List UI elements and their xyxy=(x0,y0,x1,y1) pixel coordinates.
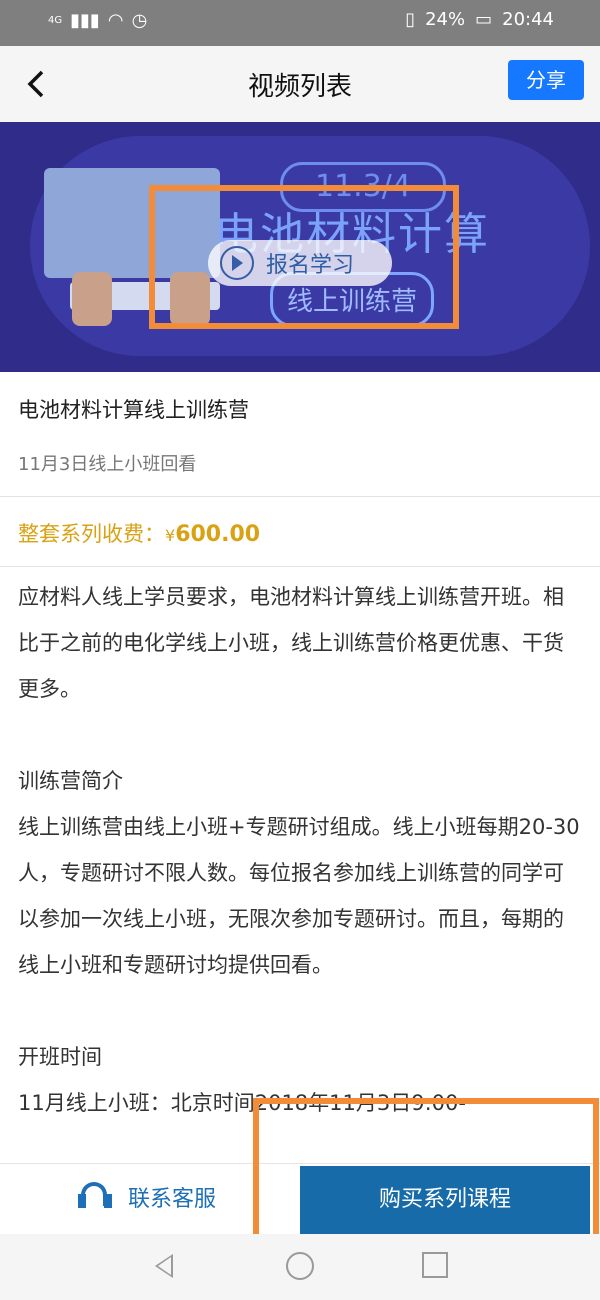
course-subtitle: 11月3日线上小班回看 xyxy=(18,454,197,475)
series-price: 整套系列收费：¥600.00 xyxy=(18,518,260,548)
wifi-icon: ◠ xyxy=(107,10,124,31)
vibrate-icon: ▯ xyxy=(405,9,416,30)
nav-back-icon[interactable] xyxy=(155,1254,173,1278)
divider xyxy=(0,496,600,497)
highlight-box-buy xyxy=(253,1098,599,1254)
course-title: 电池材料计算线上训练营 xyxy=(18,398,249,422)
app-header: 视频列表 分享 xyxy=(0,46,600,122)
headset-icon xyxy=(78,1180,112,1214)
section-body: 线上训练营由线上小班+专题研讨组成。线上小班每期20-30人，专题研讨不限人数。… xyxy=(18,815,580,977)
status-right: ▯ 24% ▭ 20:44 xyxy=(405,9,554,30)
contact-service-button[interactable]: 联系客服 xyxy=(78,1180,216,1214)
share-button[interactable]: 分享 xyxy=(508,60,584,100)
system-nav-bar xyxy=(0,1234,600,1300)
status-left: 4G ▮▮▮ ◠ ◷ xyxy=(48,10,147,31)
intro-paragraph: 应材料人线上学员要求，电池材料计算线上训练营开班。相比于之前的电化学线上小班，线… xyxy=(18,585,564,701)
section-title: 训练营简介 xyxy=(18,769,123,793)
course-description: 应材料人线上学员要求，电池材料计算线上训练营开班。相比于之前的电化学线上小班，线… xyxy=(18,574,580,1126)
price-currency: ¥ xyxy=(165,526,176,545)
left-hand-illustration xyxy=(72,272,112,326)
price-label: 整套系列收费： xyxy=(18,522,165,546)
clock-time: 20:44 xyxy=(502,9,554,30)
nav-home-icon[interactable] xyxy=(286,1252,314,1280)
alarm-icon: ◷ xyxy=(131,10,148,31)
contact-service-label: 联系客服 xyxy=(128,1187,217,1212)
signal-icon: ▮▮▮ xyxy=(70,10,100,31)
network-label: 4G xyxy=(48,15,63,26)
section-title: 开班时间 xyxy=(18,1045,102,1069)
price-amount: 600.00 xyxy=(175,522,261,547)
status-bar: 4G ▮▮▮ ◠ ◷ ▯ 24% ▭ 20:44 xyxy=(0,0,600,46)
divider xyxy=(0,566,600,567)
battery-percent: 24% xyxy=(425,9,466,30)
highlight-box-enroll xyxy=(149,185,459,329)
battery-icon: ▭ xyxy=(475,9,493,30)
nav-recent-icon[interactable] xyxy=(422,1252,448,1278)
